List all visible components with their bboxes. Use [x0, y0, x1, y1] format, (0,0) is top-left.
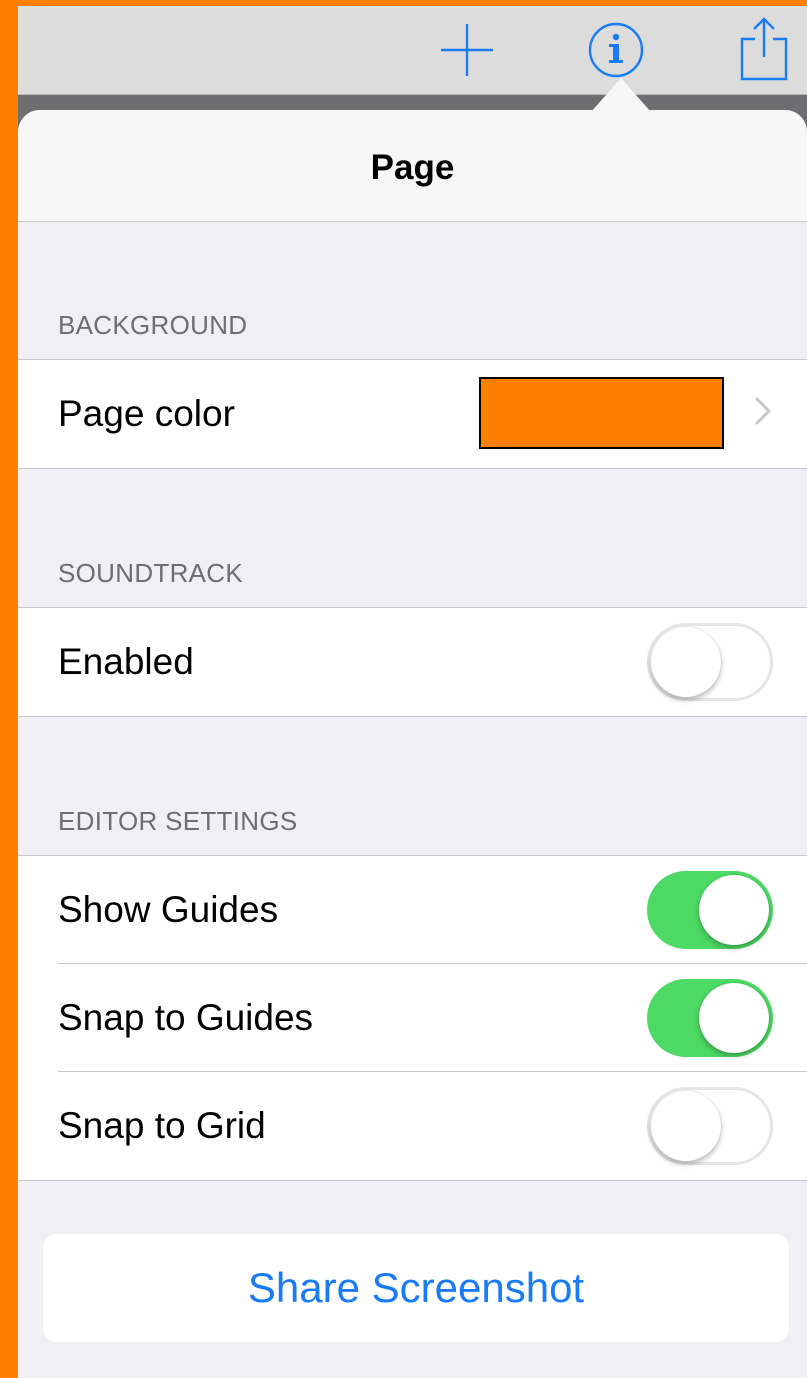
page-color-label: Page color: [58, 393, 235, 434]
share-screenshot-label: Share Screenshot: [247, 1264, 585, 1311]
page-color-swatch[interactable]: [479, 377, 724, 449]
add-button[interactable]: [436, 6, 498, 94]
show-guides-label: Show Guides: [58, 889, 279, 930]
snap-to-grid-label: Snap to Grid: [58, 1105, 266, 1146]
section-header-soundtrack: SOUNDTRACK: [58, 558, 244, 588]
background-group: Page color: [18, 359, 807, 469]
info-icon: [588, 22, 644, 78]
toggle-knob: [699, 875, 769, 945]
soundtrack-group: Enabled: [18, 607, 807, 717]
show-guides-row: Show Guides: [18, 856, 807, 964]
toggle-knob: [651, 1091, 721, 1161]
snap-to-grid-toggle[interactable]: [647, 1087, 773, 1165]
snap-to-guides-label: Snap to Guides: [58, 997, 314, 1038]
page-settings-popover: Page BACKGROUND Page color SOUNDTRACK En…: [18, 110, 807, 1378]
share-icon: [740, 17, 788, 81]
editor-settings-group: Show Guides Snap to Guides Snap to Grid: [18, 855, 807, 1181]
add-icon: [441, 24, 493, 76]
snap-to-grid-row: Snap to Grid: [18, 1071, 807, 1180]
snap-to-guides-toggle[interactable]: [647, 979, 773, 1057]
section-header-editor-settings: EDITOR SETTINGS: [58, 806, 298, 836]
popover-arrow: [591, 78, 651, 112]
toggle-knob: [699, 983, 769, 1053]
snap-to-guides-row: Snap to Guides: [18, 963, 807, 1072]
section-header-background: BACKGROUND: [58, 310, 248, 340]
show-guides-toggle[interactable]: [647, 871, 773, 949]
share-screenshot-button[interactable]: Share Screenshot: [43, 1234, 789, 1342]
chevron-right-icon: [755, 397, 771, 425]
share-toolbar-button[interactable]: [736, 6, 792, 94]
popover-title: Page: [370, 147, 455, 187]
page-color-row[interactable]: Page color: [18, 360, 807, 468]
toggle-knob: [651, 627, 721, 697]
enabled-label: Enabled: [58, 641, 194, 682]
enabled-row: Enabled: [18, 608, 807, 716]
toolbar: [18, 6, 807, 95]
popover-header: Page: [18, 110, 807, 222]
enabled-toggle[interactable]: [647, 623, 773, 701]
